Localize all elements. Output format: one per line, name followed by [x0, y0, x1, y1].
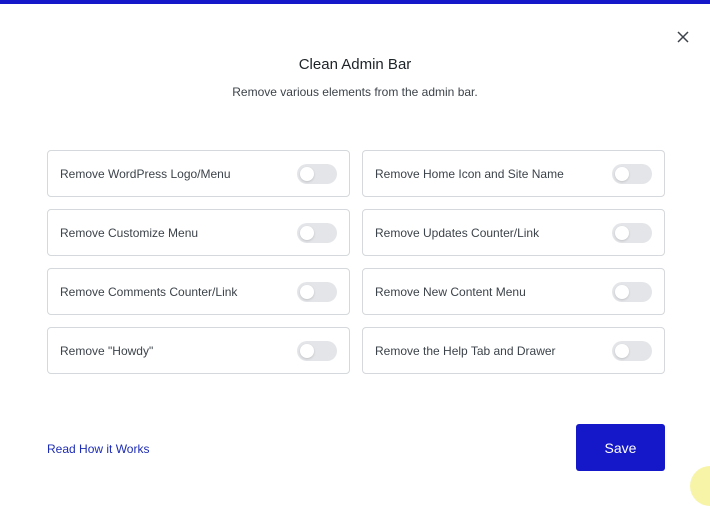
option-remove-home-icon: Remove Home Icon and Site Name [362, 150, 665, 197]
option-remove-howdy: Remove "Howdy" [47, 327, 350, 374]
close-icon [677, 31, 689, 43]
toggle-switch[interactable] [297, 222, 337, 243]
toggle-knob [615, 225, 629, 240]
option-label: Remove Customize Menu [60, 225, 199, 240]
toggle-knob [300, 284, 314, 299]
modal-title: Clean Admin Bar [298, 56, 412, 73]
toggle-switch[interactable] [297, 340, 337, 361]
toggle-switch[interactable] [612, 281, 652, 302]
options-grid: Remove WordPress Logo/Menu Remove Home I… [47, 150, 665, 374]
option-label: Remove "Howdy" [60, 343, 154, 358]
toggle-knob [615, 284, 629, 299]
option-remove-updates-counter: Remove Updates Counter/Link [362, 209, 665, 256]
option-label: Remove the Help Tab and Drawer [375, 343, 556, 358]
toggle-switch[interactable] [612, 340, 652, 361]
toggle-knob [300, 225, 314, 240]
toggle-knob [615, 343, 629, 358]
option-label: Remove Updates Counter/Link [375, 225, 540, 240]
toggle-switch[interactable] [612, 163, 652, 184]
toggle-switch[interactable] [297, 163, 337, 184]
option-label: Remove WordPress Logo/Menu [60, 166, 231, 181]
toggle-knob [300, 166, 314, 181]
option-remove-help-tab: Remove the Help Tab and Drawer [362, 327, 665, 374]
option-label: Remove New Content Menu [375, 284, 526, 299]
option-remove-wordpress-logo: Remove WordPress Logo/Menu [47, 150, 350, 197]
option-remove-customize-menu: Remove Customize Menu [47, 209, 350, 256]
save-button[interactable]: Save [576, 424, 665, 471]
toggle-knob [300, 343, 314, 358]
toggle-switch[interactable] [612, 222, 652, 243]
option-label: Remove Home Icon and Site Name [375, 166, 564, 181]
option-label: Remove Comments Counter/Link [60, 284, 238, 299]
modal-dialog: Clean Admin Bar Remove various elements … [0, 4, 710, 492]
toggle-knob [615, 166, 629, 181]
read-how-it-works-link[interactable]: Read How it Works [47, 442, 149, 456]
close-button[interactable] [674, 28, 692, 46]
toggle-switch[interactable] [297, 281, 337, 302]
option-remove-comments-counter: Remove Comments Counter/Link [47, 268, 350, 315]
modal-subtitle: Remove various elements from the admin b… [232, 85, 478, 99]
option-remove-new-content-menu: Remove New Content Menu [362, 268, 665, 315]
